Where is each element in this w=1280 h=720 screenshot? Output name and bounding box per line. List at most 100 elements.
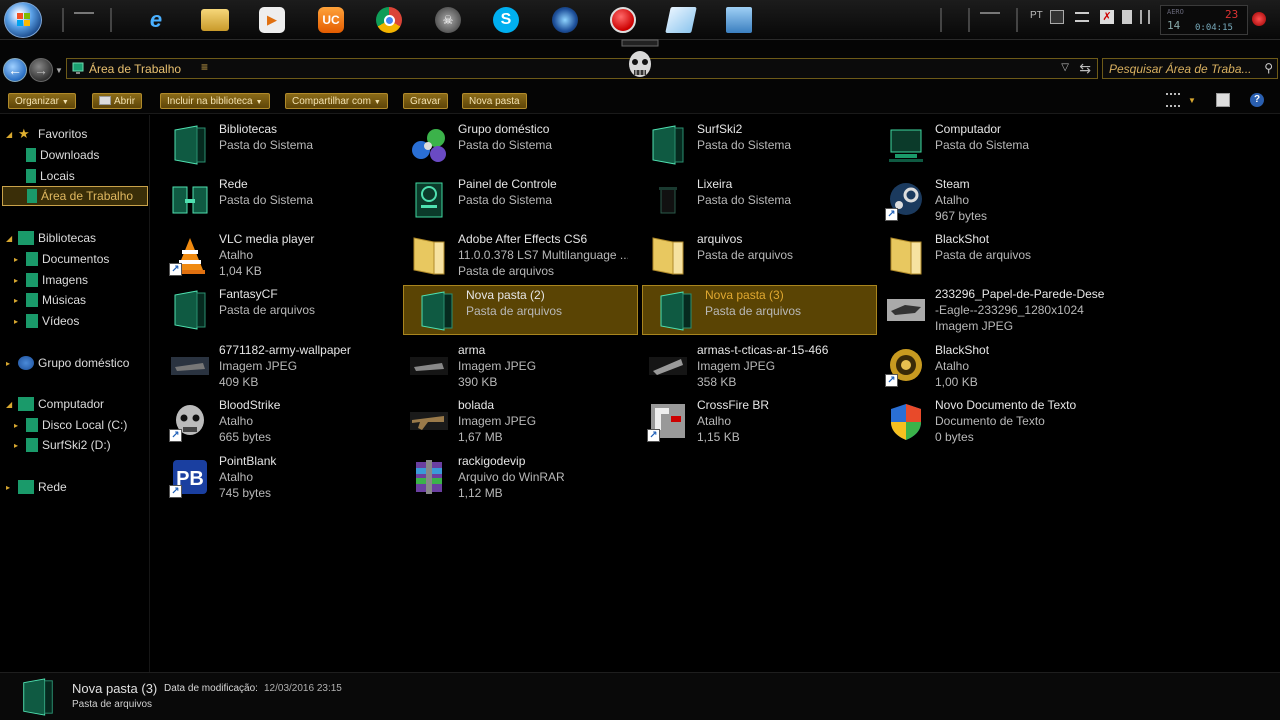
file-tile[interactable]: Bibliotecas Pasta do Sistema (157, 120, 392, 170)
file-tile[interactable]: ↗ BlackShot Atalho 1,00 KB (873, 341, 1108, 391)
file-tile-selected[interactable]: Nova pasta (3) Pasta de arquivos (642, 285, 877, 335)
libraries-icon (18, 231, 34, 245)
burn-button[interactable]: Gravar (403, 93, 448, 109)
file-tile[interactable]: armas-t-cticas-ar-15-466 Imagem JPEG 358 K… (635, 341, 870, 391)
nav-network[interactable]: ▸ Rede (6, 477, 67, 497)
start-button[interactable] (4, 2, 42, 38)
recent-pages-dropdown[interactable]: ▼ (55, 66, 63, 75)
forward-button[interactable]: → (29, 58, 53, 82)
expand-icon[interactable]: ▸ (14, 441, 24, 450)
search-icon[interactable]: ⚲ (1264, 61, 1273, 75)
file-tile[interactable]: Rede Pasta do Sistema (157, 175, 392, 225)
file-tile[interactable]: ↗ Steam Atalho 967 bytes (873, 175, 1108, 225)
nav-music[interactable]: ▸ Músicas (14, 290, 86, 310)
view-dropdown-icon[interactable]: ▼ (1188, 96, 1202, 110)
file-tile[interactable]: Computador Pasta do Sistema (873, 120, 1108, 170)
record-icon[interactable] (606, 3, 640, 37)
record-status-icon[interactable] (1252, 12, 1266, 26)
file-tile[interactable]: Grupo doméstico Pasta do Sistema (396, 120, 631, 170)
nav-images[interactable]: ▸ Imagens (14, 270, 88, 290)
nav-documents[interactable]: ▸ Documentos (14, 249, 109, 269)
webcam-icon[interactable] (548, 3, 582, 37)
remote-desktop-icon[interactable] (722, 3, 756, 37)
collapse-icon[interactable]: ◢ (6, 234, 16, 243)
file-tile[interactable]: 233296_Papel-de-Parede-Desert -Eagle--233… (873, 285, 1108, 335)
collapse-icon[interactable]: ◢ (6, 130, 16, 139)
file-tile[interactable]: Painel de Controle Pasta do Sistema (396, 175, 631, 225)
network-icon[interactable] (1140, 10, 1150, 24)
nav-computer[interactable]: ◢ Computador (6, 394, 104, 414)
file-tile[interactable]: FantasyCF Pasta de arquivos (157, 285, 392, 335)
expand-icon[interactable]: ▸ (14, 296, 24, 305)
nav-places[interactable]: Locais (26, 166, 75, 186)
nav-disk-c[interactable]: ▸ Disco Local (C:) (14, 415, 127, 435)
file-tile[interactable]: ↗ BloodStrike Atalho 665 bytes (157, 396, 392, 446)
expand-icon[interactable]: ▸ (14, 276, 24, 285)
file-tile[interactable]: SurfSki2 Pasta do Sistema (635, 120, 870, 170)
chrome-icon[interactable] (372, 3, 406, 37)
file-tile[interactable]: ↗ CrossFire BR Atalho 1,15 KB (635, 396, 870, 446)
breadcrumb[interactable]: Área de Trabalho (89, 62, 181, 76)
nav-downloads[interactable]: Downloads (26, 145, 99, 165)
flag-icon[interactable]: ✗ (1100, 10, 1114, 24)
file-tile[interactable]: Adobe After Effects CS6 11.0.0.378 LS7 Mu… (396, 230, 631, 280)
notepad-icon[interactable] (664, 3, 698, 37)
videos-icon (26, 314, 38, 328)
file-tile[interactable]: arquivos Pasta de arquivos (635, 230, 870, 280)
breadcrumb-separator[interactable]: ≡ (201, 60, 208, 74)
change-view-icon[interactable] (1166, 93, 1180, 107)
search-input[interactable] (1103, 59, 1253, 78)
skype-icon[interactable]: S (489, 3, 523, 37)
expand-icon[interactable]: ▸ (14, 421, 24, 430)
recycle-bin-icon (659, 187, 677, 214)
windows-explorer-icon[interactable] (198, 3, 232, 37)
expand-icon[interactable]: ▸ (14, 255, 24, 264)
nav-homegroup[interactable]: ▸ Grupo doméstico (6, 353, 129, 373)
game-icon[interactable]: ☠ (431, 3, 465, 37)
file-tile[interactable]: bolada Imagem JPEG 1,67 MB (396, 396, 631, 446)
menu-icon[interactable] (1075, 12, 1089, 22)
nav-favorites[interactable]: ◢ ★ Favoritos (6, 124, 87, 144)
keyboard-icon[interactable] (1050, 10, 1064, 24)
include-library-button[interactable]: Incluir na biblioteca ▼ (160, 93, 270, 109)
star-icon: ★ (18, 126, 30, 141)
uc-browser-icon[interactable]: UC (314, 3, 348, 37)
expand-icon[interactable]: ▸ (6, 359, 16, 368)
nav-libraries[interactable]: ◢ Bibliotecas (6, 228, 96, 248)
file-tile[interactable]: rackigodevip Arquivo do WinRAR 1,12 MB (396, 452, 631, 502)
file-tile[interactable]: Lixeira Pasta do Sistema (635, 175, 870, 225)
back-button[interactable]: ← (3, 58, 27, 82)
new-folder-button[interactable]: Nova pasta (462, 93, 527, 109)
file-tile[interactable]: Novo Documento de Texto Documento de Text… (873, 396, 1108, 446)
chevron-down-icon: ▼ (61, 99, 69, 106)
expand-icon[interactable]: ▸ (14, 317, 24, 326)
file-tile[interactable]: arma Imagem JPEG 390 KB (396, 341, 631, 391)
preview-pane-icon[interactable] (1216, 93, 1230, 107)
nav-desktop[interactable]: Área de Trabalho (2, 186, 148, 206)
file-tile[interactable]: PB ↗ PointBlank Atalho 745 bytes (157, 452, 392, 502)
open-button[interactable]: Abrir (92, 93, 143, 109)
organize-button[interactable]: Organizar ▼ (8, 93, 76, 109)
file-tile[interactable]: ↗ VLC media player Atalho 1,04 KB (157, 230, 392, 280)
clock[interactable]: AERO 14 23 0:04:15 (1160, 5, 1248, 35)
image-thumbnail-icon (649, 357, 687, 375)
help-icon[interactable]: ? (1250, 93, 1264, 107)
file-tile[interactable]: 6771182-army-wallpaper Imagem JPEG 409 KB (157, 341, 392, 391)
refresh-icon[interactable]: ⇆ (1079, 60, 1091, 77)
share-button[interactable]: Compartilhar com ▼ (285, 93, 388, 109)
media-player-icon[interactable]: ▶ (255, 3, 289, 37)
address-dropdown-icon[interactable]: ▽ (1061, 62, 1069, 73)
file-tile-selected[interactable]: Nova pasta (2) Pasta de arquivos (403, 285, 638, 335)
device-icon[interactable] (1122, 10, 1132, 24)
ie-icon[interactable]: e (139, 3, 173, 37)
address-bar[interactable]: Área de Trabalho ≡ ▽ ⇆ (66, 58, 1098, 79)
call-of-duty-logo (621, 39, 659, 77)
nav-disk-d[interactable]: ▸ SurfSki2 (D:) (14, 435, 111, 455)
nav-videos[interactable]: ▸ Vídeos (14, 311, 79, 331)
clock-counter: 23 (1225, 8, 1239, 21)
file-tile[interactable]: BlackShot Pasta de arquivos (873, 230, 1108, 280)
search-box[interactable]: ⚲ (1102, 58, 1278, 79)
expand-icon[interactable]: ▸ (6, 483, 16, 492)
language-indicator[interactable]: PT (1030, 10, 1043, 21)
collapse-icon[interactable]: ◢ (6, 400, 16, 409)
